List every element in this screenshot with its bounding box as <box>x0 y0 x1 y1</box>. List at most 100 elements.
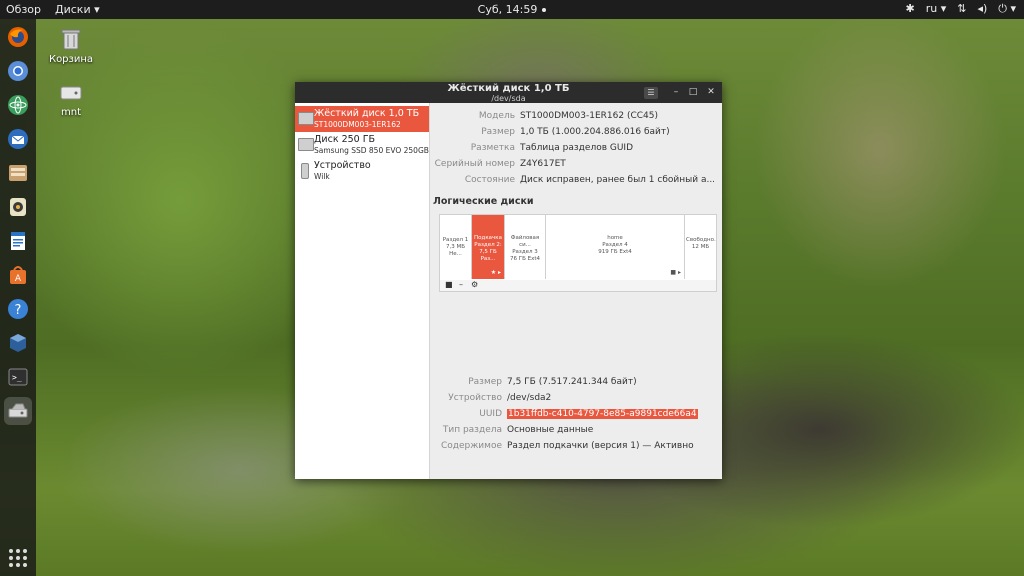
volume-icon[interactable]: ◂) <box>977 2 987 16</box>
minimize-button[interactable]: – <box>670 86 682 98</box>
help-icon[interactable]: ? <box>4 295 32 323</box>
info-row-assessment: Состояние Диск исправен, ранее был 1 сбо… <box>430 175 722 189</box>
partition-info-device: Устройство /dev/sda2 <box>430 393 722 407</box>
menu-icon[interactable]: ☰ <box>644 87 658 99</box>
software-center-icon[interactable]: A <box>4 261 32 289</box>
window-titlebar[interactable]: Жёсткий диск 1,0 ТБ /dev/sda ☰ – □ ✕ <box>295 82 722 103</box>
desktop-trash[interactable]: Корзина <box>41 27 101 65</box>
notification-dot-icon <box>542 8 547 12</box>
partition-info-contents: Содержимое Раздел подкачки (версия 1) — … <box>430 441 722 455</box>
maximize-button[interactable]: □ <box>687 86 699 98</box>
info-row-partitioning: Разметка Таблица разделов GUID <box>430 143 722 157</box>
usb-drive-icon <box>301 163 309 179</box>
partition-label: Свободно... <box>686 237 716 243</box>
clock[interactable]: Суб, 14:59 <box>0 3 1024 16</box>
thunderbird-icon[interactable] <box>4 125 32 153</box>
free-space[interactable]: Свободно... 12 МБ <box>685 215 716 279</box>
partition-info-uuid: UUID 1b31ffdb-c410-4797-8e85-a9891cde66a… <box>430 409 722 423</box>
trash-icon <box>60 27 82 51</box>
partition-label: home <box>607 235 623 241</box>
close-button[interactable]: ✕ <box>705 86 717 98</box>
info-row-serial: Серийный номер Z4Y617ET <box>430 159 722 173</box>
hard-disk-icon <box>298 112 314 125</box>
info-value[interactable]: Диск исправен, ранее был 1 сбойный а... <box>520 175 716 185</box>
info-value: 7,5 ГБ (7.517.241.344 байт) <box>507 377 637 387</box>
top-bar: Обзор Диски ▾ Суб, 14:59 ✱ ru ▾ ⇅ ◂) ⏻ ▾ <box>0 0 1024 19</box>
svg-text:?: ? <box>15 303 22 318</box>
chromium-icon[interactable] <box>4 57 32 85</box>
info-value: /dev/sda2 <box>507 393 552 403</box>
uuid-value[interactable]: 1b31ffdb-c410-4797-8e85-a9891cde66a4 <box>507 409 703 419</box>
drive-item-ssd[interactable]: Диск 250 ГБ Samsung SSD 850 EVO 250GB <box>295 132 429 158</box>
mnt-label: mnt <box>61 107 81 118</box>
info-key: Модель <box>478 111 515 121</box>
clock-text: Суб, 14:59 <box>477 3 538 16</box>
hard-disk-icon <box>298 138 314 151</box>
partition-number: Раздел 4 <box>602 242 628 248</box>
partition-marker-icon: ■ ▸ <box>670 269 681 276</box>
svg-text:A: A <box>15 274 22 284</box>
network-icon[interactable]: ⇅ <box>957 2 966 16</box>
partition-size: 76 ГБ Ext4 <box>509 256 540 262</box>
drive-list: Жёсткий диск 1,0 ТБ ST1000DM003-1ER162 Д… <box>295 103 430 479</box>
partition-4[interactable]: home Раздел 4 919 ГБ Ext4 ■ ▸ <box>546 215 685 279</box>
stop-icon[interactable]: ■ <box>445 280 453 289</box>
info-key: Устройство <box>448 393 502 403</box>
gear-icon[interactable]: ⚙ <box>471 280 478 289</box>
partition-info-type: Тип раздела Основные данные <box>430 425 722 439</box>
drive-name: Диск 250 ГБ <box>314 134 376 145</box>
partition-marker-icon: ★ ▸ <box>490 269 501 276</box>
drive-item-device[interactable]: Устройство Wilk <box>295 158 429 184</box>
remove-partition-icon[interactable]: – <box>459 280 463 289</box>
accessibility-icon[interactable]: ✱ <box>905 2 914 16</box>
partition-info-size: Размер 7,5 ГБ (7.517.241.344 байт) <box>430 377 722 391</box>
writer-icon[interactable] <box>4 227 32 255</box>
drive-model: ST1000DM003-1ER162 <box>314 120 401 129</box>
info-value: Основные данные <box>507 425 594 435</box>
partition-toolbar: ■ – ⚙ <box>439 280 717 292</box>
info-key: UUID <box>479 409 502 419</box>
partition-3[interactable]: Файловая си... Раздел 3 76 ГБ Ext4 <box>505 215 546 279</box>
atom-icon[interactable] <box>4 91 32 119</box>
uuid-selected-text[interactable]: 1b31ffdb-c410-4797-8e85-a9891cde66a4 <box>507 409 698 419</box>
info-value: Таблица разделов GUID <box>520 143 634 153</box>
files-icon[interactable] <box>4 159 32 187</box>
drive-icon <box>60 80 82 104</box>
info-key: Размер <box>468 377 502 387</box>
partition-label: Файловая си... <box>510 235 540 248</box>
info-key: Содержимое <box>440 441 502 451</box>
partition-1[interactable]: Раздел 1 7,3 МБ Не... <box>440 215 472 279</box>
info-key: Серийный номер <box>434 159 515 169</box>
drive-name: Устройство <box>314 160 371 171</box>
info-row-model: Модель ST1000DM003-1ER162 (CC45) <box>430 111 722 125</box>
drive-model: Wilk <box>314 172 330 181</box>
partition-size: 7,5 ГБ Раз... <box>479 249 497 262</box>
power-icon[interactable]: ⏻ ▾ <box>998 2 1016 16</box>
terminal-icon[interactable]: >_ <box>4 363 32 391</box>
language-indicator[interactable]: ru ▾ <box>926 2 947 16</box>
info-value: Раздел подкачки (версия 1) — Активно <box>507 441 694 451</box>
launcher-dock: A ? >_ <box>0 19 36 576</box>
drive-model: Samsung SSD 850 EVO 250GB <box>314 146 429 155</box>
info-row-size: Размер 1,0 ТБ (1.000.204.886.016 байт) <box>430 127 722 141</box>
partition-map: Раздел 1 7,3 МБ Не... Подкачка Раздел 2: 7,… <box>439 214 717 281</box>
info-key: Состояние <box>464 175 515 185</box>
partition-label: Подкачка <box>474 235 502 241</box>
firefox-icon[interactable] <box>4 23 32 51</box>
partition-label: Раздел 1 <box>442 237 469 243</box>
disks-window: Жёсткий диск 1,0 ТБ /dev/sda ☰ – □ ✕ Жёс… <box>295 82 722 479</box>
partition-2[interactable]: Подкачка Раздел 2: 7,5 ГБ Раз... ★ ▸ <box>472 215 505 279</box>
show-applications-icon[interactable] <box>7 547 29 569</box>
info-value: 1,0 ТБ (1.000.204.886.016 байт) <box>520 127 670 137</box>
disks-icon[interactable] <box>4 397 32 425</box>
drive-item-hdd[interactable]: Жёсткий диск 1,0 ТБ ST1000DM003-1ER162 <box>295 106 429 132</box>
info-value: ST1000DM003-1ER162 (CC45) <box>520 111 658 121</box>
info-key: Размер <box>481 127 515 137</box>
virtualbox-icon[interactable] <box>4 329 32 357</box>
svg-text:>_: >_ <box>12 373 22 382</box>
desktop-mnt[interactable]: mnt <box>41 80 101 118</box>
rhythmbox-icon[interactable] <box>4 193 32 221</box>
info-value: Z4Y617ET <box>520 159 566 169</box>
drive-details: Модель ST1000DM003-1ER162 (CC45) Размер … <box>430 103 722 479</box>
partition-number: Раздел 2: <box>474 242 502 248</box>
